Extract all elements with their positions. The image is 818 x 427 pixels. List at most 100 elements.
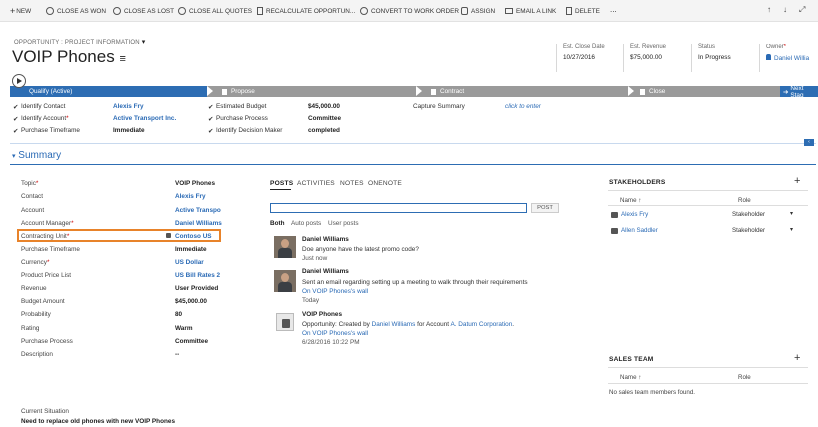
chevron-down-icon[interactable]: ▾	[790, 210, 793, 217]
field-value[interactable]: $45,000.00	[308, 103, 340, 111]
post-input[interactable]	[270, 203, 527, 213]
summary-field-value[interactable]: Committee	[175, 338, 208, 345]
field-value[interactable]: completed	[308, 127, 340, 135]
tab-activities[interactable]: ACTIVITIES	[297, 180, 335, 187]
stakeholder-role: Stakeholder	[732, 227, 766, 234]
tab-posts[interactable]: POSTS	[270, 180, 293, 187]
summary-field-value[interactable]: Alexis Fry	[175, 193, 206, 200]
summary-field-value[interactable]: User Provided	[175, 285, 218, 292]
post-account-link[interactable]: A. Datum Corporation	[450, 321, 512, 328]
post-wall-link[interactable]: On VOIP Phones's wall	[302, 288, 368, 295]
scroll-right-button[interactable]: ‹	[804, 139, 814, 146]
add-sales-team-button[interactable]: +	[794, 352, 800, 364]
post-text-prefix: Opportunity: Created by	[302, 321, 372, 328]
close-as-lost-button[interactable]: CLOSE AS LOST	[113, 6, 174, 16]
summary-field-value[interactable]: --	[175, 351, 179, 358]
stage-contract[interactable]: Contract	[431, 86, 631, 97]
new-button[interactable]: + NEW	[10, 6, 31, 16]
field-value[interactable]: Alexis Fry	[113, 103, 144, 111]
column-header-role[interactable]: Role	[738, 374, 751, 381]
avatar-body	[278, 282, 292, 292]
column-header-name[interactable]: Name ↑	[620, 374, 641, 381]
revenue-value[interactable]: $75,000.00	[630, 54, 666, 61]
stakeholders-divider	[608, 190, 808, 191]
assign-button[interactable]: ASSIGN	[461, 6, 495, 16]
close-as-won-button[interactable]: CLOSE AS WON	[46, 6, 106, 16]
table-row[interactable]: Allen Saddler Stakeholder ▾	[609, 227, 809, 236]
section-summary-header[interactable]: ▾ Summary	[12, 150, 61, 161]
post-user-link[interactable]: Daniel Williams	[372, 321, 416, 328]
summary-field-value[interactable]: 80	[175, 311, 182, 318]
post-button[interactable]: POST	[531, 203, 559, 213]
email-a-link-button[interactable]: EMAIL A LINK	[505, 6, 556, 16]
summary-field-value[interactable]: $45,000.00	[175, 298, 207, 305]
record-title: VOIP Phones	[12, 47, 115, 66]
status-value[interactable]: In Progress	[698, 54, 731, 61]
summary-field-value[interactable]: Daniel Williams	[175, 220, 222, 227]
post-author[interactable]: Daniel Williams	[302, 236, 349, 243]
summary-field-label: Account	[21, 207, 44, 214]
summary-field-value[interactable]: Warm	[175, 325, 193, 332]
delete-button[interactable]: DELETE	[566, 6, 600, 16]
summary-field-value[interactable]: Active Transpo	[175, 207, 221, 214]
field-value[interactable]: Active Transport Inc.	[113, 115, 176, 123]
field-label: Identify Decision Maker	[216, 127, 283, 134]
convert-to-work-order-button[interactable]: CONVERT TO WORK ORDER	[360, 6, 459, 16]
summary-field-value[interactable]: US Dollar	[175, 259, 204, 266]
field-label-text: Purchase Process	[21, 338, 73, 345]
more-label: ...	[610, 4, 617, 14]
post-author[interactable]: Daniel Williams	[302, 268, 349, 275]
summary-field-value[interactable]: VOIP Phones	[175, 180, 215, 187]
filter-both[interactable]: Both	[270, 220, 285, 227]
breadcrumb[interactable]: OPPORTUNITY : PROJECT INFORMATION ▾	[14, 38, 145, 46]
flag-icon	[222, 88, 227, 95]
previous-record-button[interactable]: ↑	[767, 5, 771, 14]
summary-field-value[interactable]: Immediate	[175, 246, 207, 253]
more-commands-button[interactable]: ...	[610, 4, 617, 14]
post-author[interactable]: VOIP Phones	[302, 311, 342, 318]
expand-button[interactable]: ⤢	[799, 5, 805, 15]
field-label: Estimated Budget	[216, 103, 267, 110]
post-text-end: .	[512, 321, 515, 328]
summary-field-label: Probability	[21, 311, 51, 318]
close-date-value[interactable]: 10/27/2016	[563, 54, 605, 61]
stage-propose[interactable]: Propose	[222, 86, 422, 97]
owner-link[interactable]: Daniel Willia	[774, 55, 809, 62]
stage-qualify[interactable]: Qualify (Active)	[10, 86, 207, 97]
summary-field-label: Purchase Timeframe	[21, 246, 80, 253]
hamburger-icon[interactable]: ≡	[119, 53, 125, 65]
stage-separator	[416, 86, 422, 96]
field-value[interactable]: Immediate	[113, 127, 145, 135]
tab-onenote[interactable]: ONENOTE	[368, 180, 402, 187]
tab-notes[interactable]: NOTES	[340, 180, 364, 187]
summary-field-value[interactable]: US Bill Rates 2	[175, 272, 220, 279]
process-timer-icon[interactable]	[12, 74, 26, 88]
recalculate-button[interactable]: RECALCULATE OPPORTUN...	[257, 6, 355, 16]
close-all-quotes-button[interactable]: CLOSE ALL QUOTES	[178, 6, 252, 16]
owner-value[interactable]: Daniel Willia	[766, 54, 818, 62]
section-divider	[10, 164, 816, 165]
next-stage-button[interactable]: ➔ Next Stag	[780, 85, 818, 99]
summary-field-label: Contact	[21, 193, 43, 200]
stakeholder-name[interactable]: Allen Saddler	[621, 227, 658, 234]
add-stakeholder-button[interactable]: +	[794, 175, 800, 187]
summary-field-label: Purchase Process	[21, 338, 73, 345]
filter-user-posts[interactable]: User posts	[328, 220, 359, 227]
status-label: Status	[698, 44, 716, 50]
stage-close[interactable]: Close	[640, 86, 780, 97]
contracting-unit-highlight	[17, 229, 221, 242]
post-wall-link[interactable]: On VOIP Phones's wall	[302, 330, 368, 337]
column-header-role[interactable]: Role	[738, 197, 751, 204]
opportunity-icon-phone	[282, 319, 290, 328]
column-header-name[interactable]: Name ↑	[620, 197, 641, 204]
stakeholder-name[interactable]: Alexis Fry	[621, 211, 648, 218]
field-value[interactable]: click to enter	[505, 103, 541, 110]
field-value[interactable]: Committee	[308, 115, 341, 123]
required-marker: *	[46, 259, 50, 266]
current-situation-value[interactable]: Need to replace old phones with new VOIP…	[21, 418, 175, 425]
next-record-button[interactable]: ↓	[783, 5, 787, 14]
table-row[interactable]: Alexis Fry Stakeholder ▾	[609, 211, 809, 220]
field-label: Capture Summary	[413, 103, 465, 110]
filter-auto-posts[interactable]: Auto posts	[291, 220, 321, 227]
chevron-down-icon[interactable]: ▾	[790, 226, 793, 233]
